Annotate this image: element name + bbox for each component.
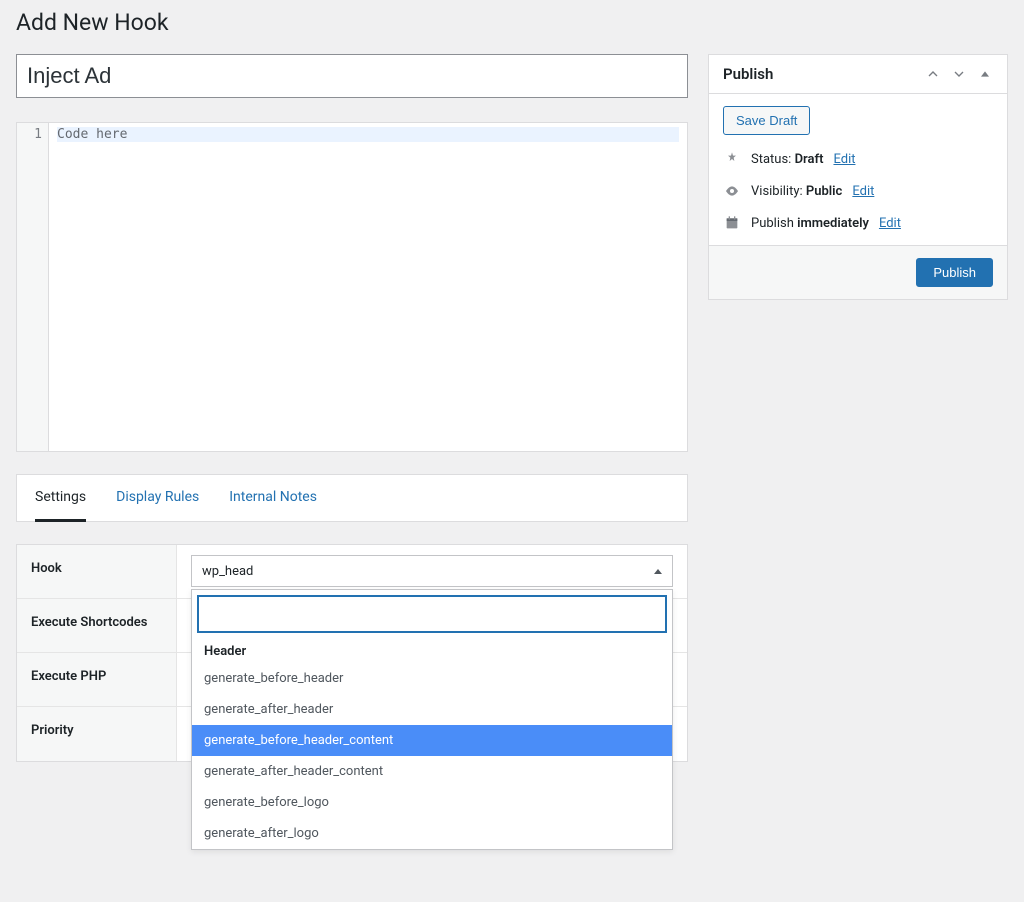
publish-button[interactable]: Publish — [916, 258, 993, 287]
publish-box-title: Publish — [723, 65, 773, 83]
chevron-down-icon[interactable] — [951, 66, 967, 82]
schedule-edit-link[interactable]: Edit — [879, 216, 901, 231]
settings-label-priority: Priority — [17, 707, 177, 761]
hook-option[interactable]: generate_before_logo — [192, 787, 672, 818]
post-title-input[interactable] — [16, 54, 688, 98]
hook-option[interactable]: generate_after_header — [192, 694, 672, 725]
visibility-edit-link[interactable]: Edit — [852, 184, 874, 199]
settings-panel: Hook wp_head Header generate_before_head… — [16, 544, 688, 762]
visibility-label: Visibility: Public — [751, 184, 842, 199]
hook-dropdown-search-input[interactable] — [198, 596, 666, 632]
hook-option[interactable]: generate_before_header_content — [192, 725, 672, 756]
status-label: Status: Draft — [751, 152, 823, 167]
tab-display-rules[interactable]: Display Rules — [116, 489, 199, 521]
hook-option[interactable]: generate_after_logo — [192, 818, 672, 849]
settings-label-shortcodes: Execute Shortcodes — [17, 599, 177, 652]
collapse-panel-icon[interactable] — [977, 66, 993, 82]
code-editor[interactable]: 1 Code here — [16, 122, 688, 452]
status-edit-link[interactable]: Edit — [833, 152, 855, 167]
chevron-up-icon[interactable] — [925, 66, 941, 82]
hook-option[interactable]: generate_after_header_content — [192, 756, 672, 787]
page-title: Add New Hook — [16, 0, 1008, 40]
hook-dropdown: Header generate_before_header generate_a… — [191, 589, 673, 850]
code-line: Code here — [57, 127, 679, 142]
settings-label-php: Execute PHP — [17, 653, 177, 706]
caret-up-icon — [654, 569, 662, 574]
save-draft-button[interactable]: Save Draft — [723, 106, 810, 135]
publish-box: Publish Save Draft — [708, 54, 1008, 300]
hook-dropdown-group: Header — [192, 638, 672, 663]
hook-option[interactable]: generate_before_header — [192, 663, 672, 694]
tab-internal-notes[interactable]: Internal Notes — [229, 489, 317, 521]
pin-icon — [723, 151, 741, 167]
settings-label-hook: Hook — [17, 545, 177, 598]
hook-dropdown-list[interactable]: Header generate_before_header generate_a… — [192, 638, 672, 849]
eye-icon — [723, 183, 741, 199]
tabs-container: Settings Display Rules Internal Notes — [16, 474, 688, 522]
tab-settings[interactable]: Settings — [35, 489, 86, 522]
hook-select-value: wp_head — [202, 564, 253, 579]
calendar-icon — [723, 215, 741, 231]
schedule-label: Publish immediately — [751, 216, 869, 231]
hook-select[interactable]: wp_head — [191, 555, 673, 587]
code-gutter: 1 — [17, 123, 49, 451]
